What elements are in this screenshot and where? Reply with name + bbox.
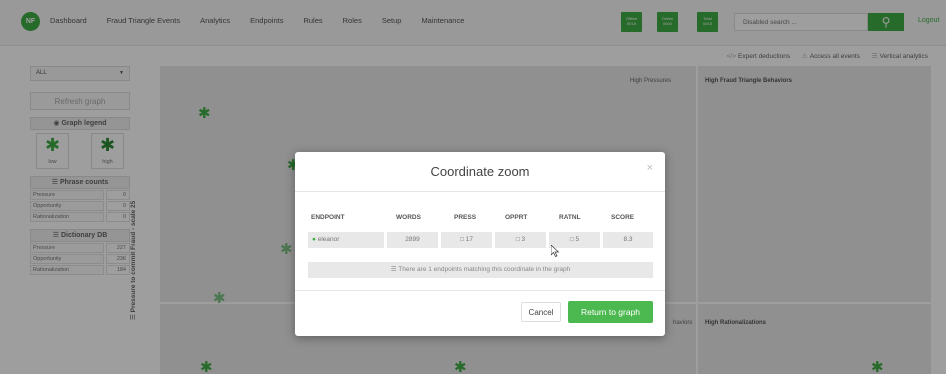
table-row[interactable]: ● eleanor 2899 □ 17 □ 3 □ 5 8.3: [308, 232, 653, 248]
close-icon[interactable]: ×: [647, 162, 653, 174]
col-header-endpoint: ENDPOINT: [311, 214, 345, 221]
modal-header-divider: [295, 191, 665, 192]
mouse-cursor-icon: [551, 245, 559, 257]
press-value: 17: [465, 236, 473, 243]
return-to-graph-button[interactable]: Return to graph: [568, 301, 653, 323]
col-header-score: SCORE: [611, 214, 635, 221]
cancel-button[interactable]: Cancel: [521, 302, 561, 322]
col-header-press: PRESS: [454, 214, 477, 221]
user-icon: ●: [312, 236, 316, 243]
ratnl-value: 5: [575, 236, 580, 243]
press-cell: □ 17: [441, 232, 492, 248]
score-cell: 8.3: [623, 236, 633, 243]
endpoint-name: eleanor: [317, 236, 340, 243]
opprt-value: 3: [521, 236, 526, 243]
words-cell: 2899: [405, 236, 420, 243]
endpoints-info-bar: ☰ There are 1 endpoints matching this co…: [308, 262, 653, 278]
col-header-ratnl: RATNL: [559, 214, 581, 221]
endpoint-cell: ● eleanor: [312, 232, 384, 248]
coordinate-zoom-modal: Coordinate zoom × ENDPOINT WORDS PRESS O…: [295, 152, 665, 336]
info-text: There are 1 endpoints matching this coor…: [398, 266, 571, 273]
col-header-opprt: OPPRT: [505, 214, 528, 221]
modal-title: Coordinate zoom: [430, 164, 530, 179]
opprt-cell: □ 3: [495, 232, 546, 248]
col-header-words: WORDS: [396, 214, 421, 221]
modal-footer-divider: [295, 290, 665, 291]
